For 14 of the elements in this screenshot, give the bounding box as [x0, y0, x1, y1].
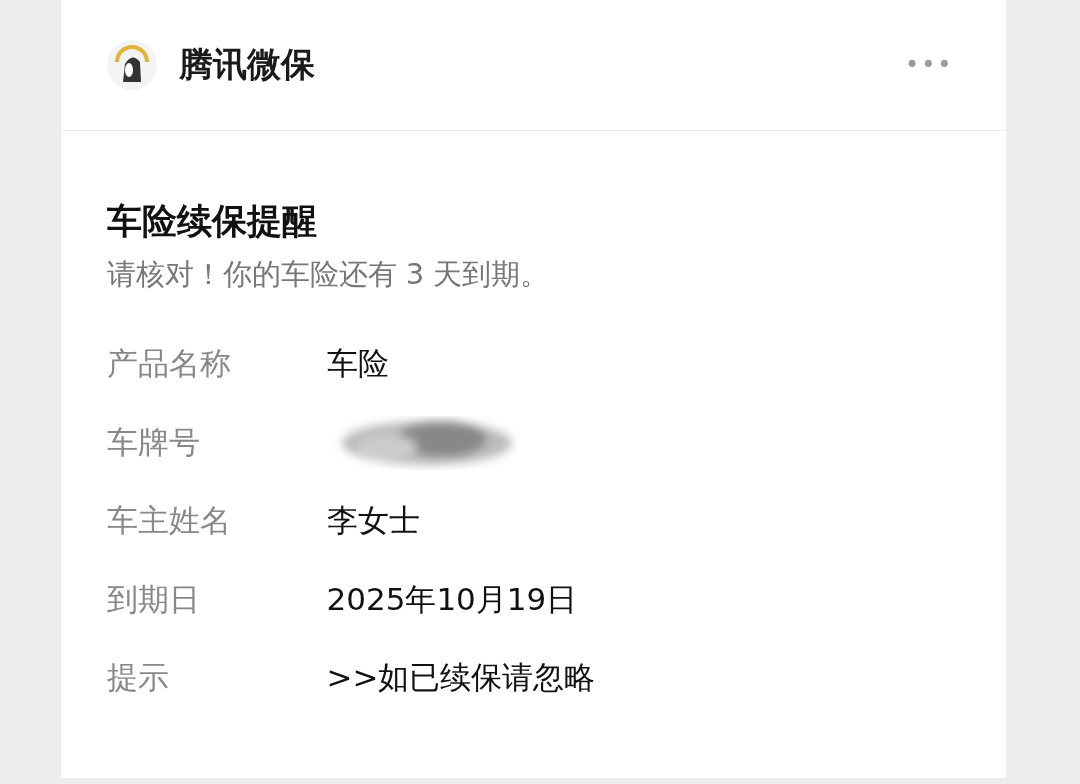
field-label: 产品名称 — [106, 344, 232, 384]
field-value: 车险 — [326, 344, 389, 384]
penguin-logo-icon — [106, 40, 157, 90]
field-value: >>如已续保请忽略 — [326, 658, 596, 698]
field-label: 提示 — [106, 658, 170, 698]
message-title: 车险续保提醒 — [106, 200, 318, 243]
field-label: 车主姓名 — [106, 501, 232, 541]
more-menu-icon[interactable]: ••• — [905, 51, 954, 79]
field-label: 到期日 — [106, 579, 201, 619]
field-value: 2025年10月19日 — [326, 579, 578, 619]
account-name: 腾讯微保 — [178, 43, 316, 86]
message-subtitle: 请核对！你的车险还有 3 天到期。 — [106, 256, 551, 293]
field-label: 车牌号 — [106, 422, 201, 462]
field-value: 李女士 — [326, 501, 420, 541]
